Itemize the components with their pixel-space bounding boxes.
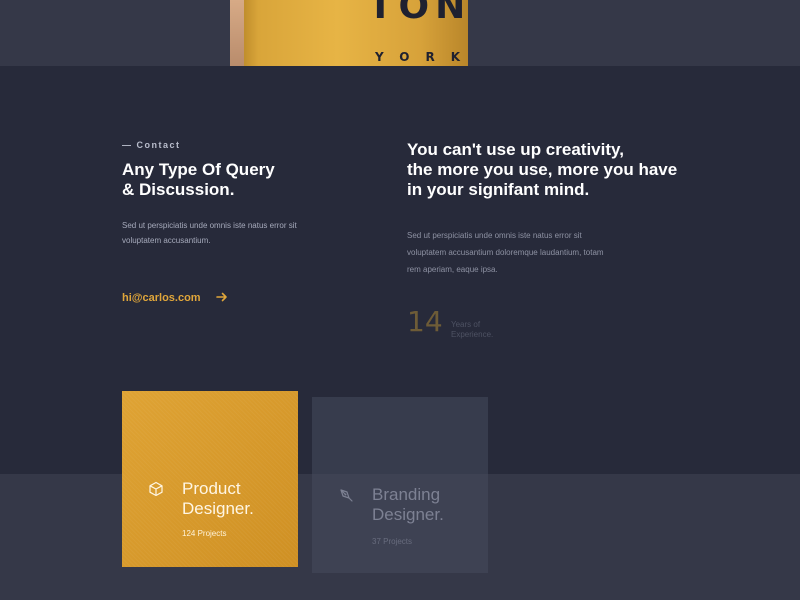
card-title: Product Designer. xyxy=(182,479,292,519)
contact-heading-line2: & Discussion. xyxy=(122,180,235,199)
card-projects-count: 37 Projects xyxy=(372,537,413,546)
quote-line1: You can't use up creativity, xyxy=(407,140,624,159)
contact-heading: Any Type Of Query & Discussion. xyxy=(122,160,342,200)
cube-icon xyxy=(149,481,163,497)
card-title-line1: Branding xyxy=(372,485,441,504)
quote-line3: in your signifant mind. xyxy=(407,180,590,199)
shirt-print-bottom: YORK xyxy=(375,50,468,64)
portrait-arm xyxy=(230,0,244,66)
shirt-print-top: TON xyxy=(368,0,468,27)
card-projects-count: 124 Projects xyxy=(182,529,227,538)
creativity-quote: You can't use up creativity, the more yo… xyxy=(407,140,717,200)
branding-designer-card[interactable]: Branding Designer. 37 Projects xyxy=(312,397,488,573)
arrow-right-icon[interactable] xyxy=(216,291,228,303)
experience-number: 14 xyxy=(407,305,443,338)
card-title-line1: Product xyxy=(182,479,241,498)
experience-label: Years of Experience. xyxy=(451,320,494,339)
hero-portrait-image: TON YORK xyxy=(230,0,468,66)
card-title: Branding Designer. xyxy=(372,485,482,525)
about-description: Sed ut perspiciatis unde omnis iste natu… xyxy=(407,231,604,274)
product-designer-card[interactable]: Product Designer. 124 Projects xyxy=(122,391,298,567)
card-title-line2: Designer. xyxy=(372,505,444,524)
contact-label: — Contact xyxy=(122,140,181,150)
top-band: TON YORK xyxy=(0,0,800,66)
contact-heading-line1: Any Type Of Query xyxy=(122,160,275,179)
email-link[interactable]: hi@carlos.com xyxy=(122,292,201,304)
quote-line2: the more you use, more you have xyxy=(407,160,678,179)
card-title-line2: Designer. xyxy=(182,499,254,518)
contact-description: Sed ut perspiciatis unde omnis iste natu… xyxy=(122,221,297,245)
pen-tool-icon xyxy=(340,489,353,502)
